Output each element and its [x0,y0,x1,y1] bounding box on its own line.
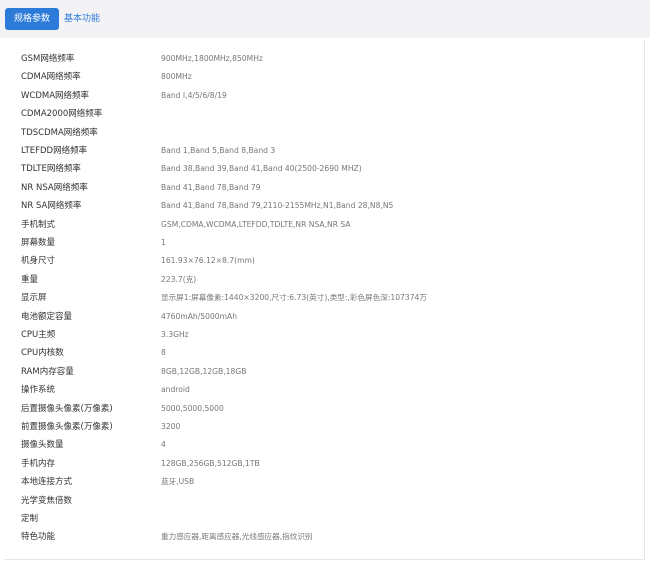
top-tab-bar: 规格参数 基本功能 [0,0,650,38]
spec-label: 摄像头数量 [21,440,64,451]
spec-label: 电池额定容量 [21,311,73,322]
spec-row: RAM内存容量 8GB,12GB,12GB,18GB [5,363,644,381]
spec-label: CPU主频 [21,330,56,340]
spec-label: RAM内存容量 [21,366,74,377]
spec-value: 4760mAh/5000mAh [161,311,238,321]
spec-row: CDMA2000网络频率 [5,105,644,123]
spec-label: CPU内核数 [21,348,64,359]
spec-row: 机身尺寸 161.93×76.12×8.7(mm) [5,252,644,270]
spec-label: 光学变焦倍数 [21,495,73,506]
tab-specs[interactable]: 规格参数 [5,8,59,30]
spec-row: 重量 223.7(克) [5,271,644,289]
spec-value: Band 38,Band 39,Band 41,Band 40(2500-269… [161,164,362,174]
spec-value: 3.3GHz [161,330,189,339]
spec-row: 本地连接方式 蓝牙,USB [5,473,644,491]
spec-row: 后置摄像头像素(万像素) 5000,5000,5000 [5,400,644,418]
spec-row: 显示屏 显示屏1:屏幕像素:1440×3200,尺寸:6.73(英寸),类型:,彩… [5,289,644,307]
spec-row: 手机内存 128GB,256GB,512GB,1TB [5,455,644,473]
spec-value: 显示屏1:屏幕像素:1440×3200,尺寸:6.73(英寸),类型:,彩色屏色… [161,293,427,303]
spec-label: NR NSA网络频率 [21,182,88,193]
spec-value: 8 [161,348,166,358]
spec-label: 手机内存 [21,458,56,469]
spec-value: GSM,CDMA,WCDMA,LTEFDD,TDLTE,NR NSA,NR SA [161,219,351,229]
spec-row: NR SA网络频率 Band 41,Band 78,Band 79,2110-21… [5,197,644,215]
spec-row: CDMA网络频率 800MHz [5,68,644,86]
spec-value: Band 1,Band 5,Band 8,Band 3 [161,146,276,155]
spec-label: 前置摄像头像素(万像素) [21,422,113,432]
spec-value: Band Ⅰ,4/5/6/8/19 [161,90,227,100]
tab-basic-functions[interactable]: 基本功能 [64,8,100,30]
spec-label: GSM网络频率 [21,54,75,64]
spec-label: TDLTE网络频率 [21,164,81,175]
spec-label: WCDMA网络频率 [21,90,90,101]
spec-row: 屏幕数量 1 [5,234,644,252]
spec-row: 摄像头数量 4 [5,436,644,454]
spec-value: 4 [161,440,166,450]
spec-value: 5000,5000,5000 [161,403,224,413]
spec-label: 显示屏 [21,293,47,304]
spec-value: 8GB,12GB,12GB,18GB [161,366,247,376]
spec-row: 特色功能 重力感应器,距离感应器,光线感应器,指纹识别 [5,528,644,546]
spec-row: WCDMA网络频率 Band Ⅰ,4/5/6/8/19 [5,87,644,105]
spec-value: 3200 [161,422,181,431]
spec-label: TDSCDMA网络频率 [21,127,98,138]
spec-value: 900MHz,1800MHz,850MHz [161,54,263,63]
spec-label: 手机制式 [21,219,56,230]
spec-label: 定制 [21,514,39,524]
spec-row: 操作系统 android [5,381,644,399]
spec-row: CPU内核数 8 [5,344,644,362]
spec-row: 定制 [5,510,644,528]
spec-value: Band 41,Band 78,Band 79,2110-2155MHz,N1,… [161,201,394,211]
spec-label: CDMA2000网络频率 [21,109,103,120]
spec-label: 操作系统 [21,385,56,396]
spec-value: 1 [161,238,166,247]
spec-row: 光学变焦倍数 [5,492,644,510]
spec-value: android [161,385,190,395]
spec-value: 128GB,256GB,512GB,1TB [161,458,260,468]
spec-row: 电池额定容量 4760mAh/5000mAh [5,308,644,326]
spec-row: 手机制式 GSM,CDMA,WCDMA,LTEFDD,TDLTE,NR NSA,N… [5,216,644,234]
spec-label: 机身尺寸 [21,256,56,267]
spec-label: LTEFDD网络频率 [21,146,88,156]
spec-value: 蓝牙,USB [161,477,195,487]
spec-label: 屏幕数量 [21,238,56,248]
spec-label: 本地连接方式 [21,477,73,488]
spec-row: TDLTE网络频率 Band 38,Band 39,Band 41,Band 40… [5,160,644,178]
spec-value: 800MHz [161,72,192,82]
spec-row: LTEFDD网络频率 Band 1,Band 5,Band 8,Band 3 [5,142,644,160]
spec-value: 161.93×76.12×8.7(mm) [161,256,255,266]
spec-value: Band 41,Band 78,Band 79 [161,182,261,192]
spec-row: GSM网络频率 900MHz,1800MHz,850MHz [5,50,644,68]
spec-label: CDMA网络频率 [21,72,81,83]
spec-label: 特色功能 [21,532,56,543]
spec-row: NR NSA网络频率 Band 41,Band 78,Band 79 [5,179,644,197]
spec-label: 后置摄像头像素(万像素) [21,403,113,414]
spec-row: TDSCDMA网络频率 [5,124,644,142]
spec-label: 重量 [21,274,39,285]
spec-row: CPU主频 3.3GHz [5,326,644,344]
spec-row: 前置摄像头像素(万像素) 3200 [5,418,644,436]
spec-value: 重力感应器,距离感应器,光线感应器,指纹识别 [161,532,313,542]
spec-value: 223.7(克) [161,274,197,284]
spec-label: NR SA网络频率 [21,201,82,212]
spec-table: GSM网络频率 900MHz,1800MHz,850MHz CDMA网络频率 800M… [5,40,645,560]
